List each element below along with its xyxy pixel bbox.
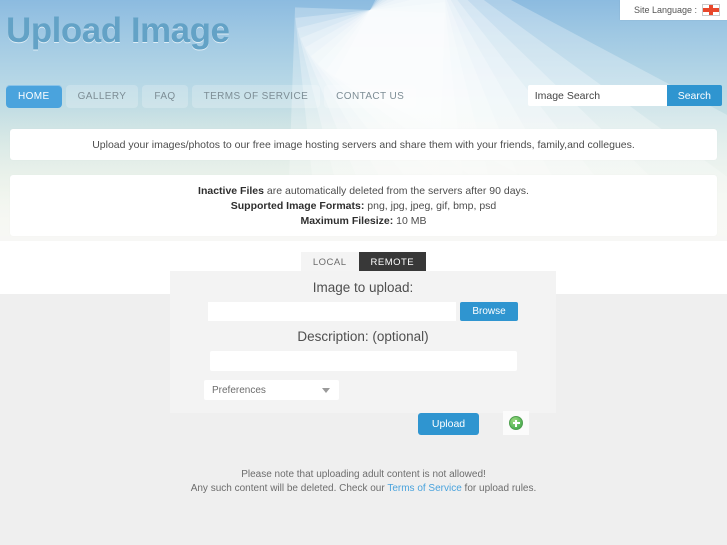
page-title: Upload Image bbox=[6, 11, 230, 50]
nav-item-home[interactable]: HOME bbox=[6, 85, 62, 108]
search-input[interactable] bbox=[527, 85, 667, 106]
nav-item-gallery[interactable]: GALLERY bbox=[65, 85, 139, 108]
browse-button[interactable]: Browse bbox=[460, 302, 518, 321]
flag-england-icon[interactable] bbox=[702, 4, 720, 16]
site-language-label: Site Language : bbox=[633, 5, 697, 15]
nav-item-contact-us[interactable]: CONTACT US bbox=[324, 85, 417, 108]
upload-action-row: Upload bbox=[170, 411, 556, 436]
preferences-selected-label: Preferences bbox=[212, 384, 266, 396]
upload-form-panel: Image to upload: Browse Description: (op… bbox=[170, 271, 556, 413]
rule-inactive-files-label: Inactive Files bbox=[198, 184, 264, 197]
rule-maximum-filesize-label: Maximum Filesize: bbox=[300, 214, 394, 227]
upload-source-tabs: LOCAL REMOTE bbox=[0, 252, 727, 273]
rule-inactive-files: Inactive Files are automatically deleted… bbox=[198, 185, 529, 197]
footer-line-2-before: Any such content will be deleted. Check … bbox=[190, 483, 388, 494]
footer-line-2-after: for upload rules. bbox=[461, 483, 537, 494]
nav-item-faq[interactable]: FAQ bbox=[142, 85, 188, 108]
footer-line-1: Please note that uploading adult content… bbox=[241, 469, 486, 480]
nav-item-terms-of-service[interactable]: TERMS OF SERVICE bbox=[191, 85, 321, 108]
chevron-down-icon bbox=[322, 387, 330, 393]
rules-panel: Inactive Files are automatically deleted… bbox=[10, 175, 717, 236]
preferences-select[interactable]: Preferences bbox=[204, 380, 339, 400]
rule-supported-formats-label: Supported Image Formats: bbox=[230, 199, 365, 212]
main-navigation: HOME GALLERY FAQ TERMS OF SERVICE CONTAC… bbox=[6, 85, 417, 108]
image-to-upload-label: Image to upload: bbox=[312, 280, 414, 295]
rule-maximum-filesize: Maximum Filesize: 10 MB bbox=[300, 215, 426, 227]
search-button[interactable]: Search bbox=[666, 85, 722, 106]
footer-line-2: Any such content will be deleted. Check … bbox=[0, 482, 727, 496]
file-path-input[interactable] bbox=[208, 302, 456, 321]
intro-text: Upload your images/photos to our free im… bbox=[92, 138, 635, 151]
rule-inactive-files-value: are automatically deleted from the serve… bbox=[263, 184, 529, 197]
tab-remote[interactable]: REMOTE bbox=[358, 252, 427, 273]
rule-maximum-filesize-value: 10 MB bbox=[393, 214, 427, 227]
green-plus-circle-icon bbox=[509, 416, 523, 430]
description-input-row bbox=[170, 351, 556, 371]
intro-panel: Upload your images/photos to our free im… bbox=[10, 129, 717, 160]
site-language-selector[interactable]: Site Language : bbox=[619, 0, 727, 20]
add-more-files-button[interactable] bbox=[503, 411, 529, 435]
search-box: Search bbox=[527, 85, 722, 106]
description-label: Description: (optional) bbox=[297, 329, 429, 344]
footer-notice: Please note that uploading adult content… bbox=[0, 468, 727, 496]
preferences-row: Preferences bbox=[170, 380, 556, 400]
upload-button[interactable]: Upload bbox=[418, 413, 479, 435]
file-input-row: Browse bbox=[170, 302, 556, 321]
rule-supported-formats-value: png, jpg, jpeg, gif, bmp, psd bbox=[364, 199, 497, 212]
rule-supported-formats: Supported Image Formats: png, jpg, jpeg,… bbox=[231, 200, 497, 212]
terms-of-service-link[interactable]: Terms of Service bbox=[387, 483, 461, 494]
tab-local[interactable]: LOCAL bbox=[300, 252, 359, 273]
description-input[interactable] bbox=[209, 351, 517, 371]
